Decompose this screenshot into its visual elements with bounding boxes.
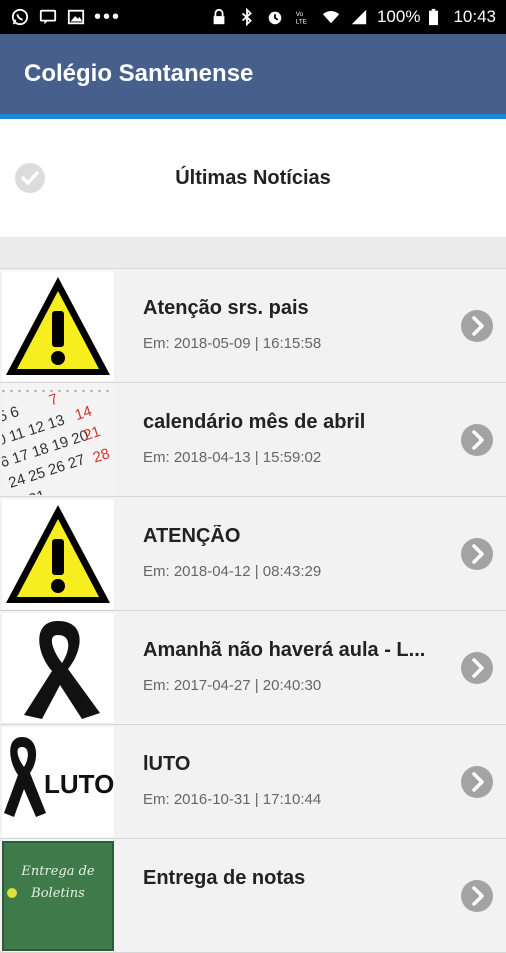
warning-icon — [6, 505, 110, 603]
chevron-right-icon[interactable] — [460, 765, 494, 799]
news-item[interactable]: ATENÇÃO Em: 2018-04-12 | 08:43:29 — [0, 497, 506, 611]
image-icon — [67, 9, 85, 25]
message-icon — [39, 9, 57, 25]
news-thumbnail — [2, 499, 114, 609]
news-date: Em: 2018-05-09 | 16:15:58 — [143, 335, 322, 352]
svg-text:Boletins: Boletins — [30, 886, 85, 901]
bluetooth-icon — [241, 8, 252, 26]
wifi-icon — [322, 11, 340, 24]
news-date: Em: 2016-10-31 | 17:10:44 — [143, 791, 322, 808]
news-title: lUTO — [143, 753, 191, 775]
app-bar: Colégio Santanense — [0, 34, 506, 114]
svg-text:Vo: Vo — [296, 11, 304, 18]
mourning-ribbon-icon — [2, 613, 114, 723]
battery-percent: 100% — [376, 7, 421, 26]
news-item[interactable]: Atenção srs. pais Em: 2018-05-09 | 16:15… — [0, 269, 506, 383]
volte-icon: Vo LTE — [296, 11, 307, 25]
svg-text:LTE: LTE — [296, 18, 307, 25]
news-thumbnail: 4 5 6 7 10 11 12 13 14 16 17 18 19 20 21… — [2, 385, 114, 495]
news-title: calendário mês de abril — [143, 411, 366, 433]
news-thumbnail — [2, 613, 114, 723]
news-date: Em: 2018-04-12 | 08:43:29 — [143, 563, 322, 580]
section-header: Últimas Notícias — [0, 119, 506, 237]
svg-text:Entrega de: Entrega de — [20, 864, 95, 879]
signal-icon — [351, 9, 367, 25]
calendar-image: 4 5 6 7 10 11 12 13 14 16 17 18 19 20 21… — [2, 385, 114, 495]
more-dots-icon: ••• — [94, 6, 122, 28]
warning-icon — [6, 277, 110, 375]
news-thumbnail: LUTO — [2, 727, 114, 837]
news-list: Atenção srs. pais Em: 2018-05-09 | 16:15… — [0, 268, 506, 953]
news-item[interactable]: 4 5 6 7 10 11 12 13 14 16 17 18 19 20 21… — [0, 383, 506, 497]
status-bar: ••• Vo LTE 100% 10:43 — [0, 0, 506, 34]
chevron-right-icon[interactable] — [460, 879, 494, 913]
luto-image: LUTO — [2, 727, 114, 837]
battery-icon — [429, 8, 439, 26]
news-date: Em: 2018-04-13 | 15:59:02 — [143, 449, 322, 466]
chevron-right-icon[interactable] — [460, 651, 494, 685]
news-item[interactable]: Entrega de Boletins Entrega de notas — [0, 839, 506, 953]
whatsapp-icon — [11, 8, 29, 26]
news-thumbnail — [2, 271, 114, 381]
section-title: Últimas Notícias — [175, 166, 331, 189]
status-right: Vo LTE 100% 10:43 — [209, 7, 496, 27]
lock-icon — [213, 8, 225, 25]
news-title: Entrega de notas — [143, 867, 306, 889]
chevron-right-icon[interactable] — [460, 309, 494, 343]
news-thumbnail: Entrega de Boletins — [2, 841, 114, 951]
news-title: ATENÇÃO — [143, 525, 241, 547]
check-circle-icon[interactable] — [14, 162, 46, 194]
clock: 10:43 — [453, 7, 496, 26]
news-item[interactable]: Amanhã não haverá aula - L... Em: 2017-0… — [0, 611, 506, 725]
chevron-right-icon[interactable] — [460, 423, 494, 457]
chalkboard-image: Entrega de Boletins — [2, 841, 114, 951]
news-item[interactable]: LUTO lUTO Em: 2016-10-31 | 17:10:44 — [0, 725, 506, 839]
luto-text: LUTO — [44, 769, 114, 799]
news-title: Amanhã não haverá aula - L... — [143, 639, 426, 661]
status-left: ••• — [10, 6, 122, 28]
news-title: Atenção srs. pais — [143, 297, 309, 319]
chevron-right-icon[interactable] — [460, 537, 494, 571]
alarm-icon — [268, 11, 282, 25]
news-date: Em: 2017-04-27 | 20:40:30 — [143, 677, 322, 694]
app-title: Colégio Santanense — [24, 60, 254, 87]
